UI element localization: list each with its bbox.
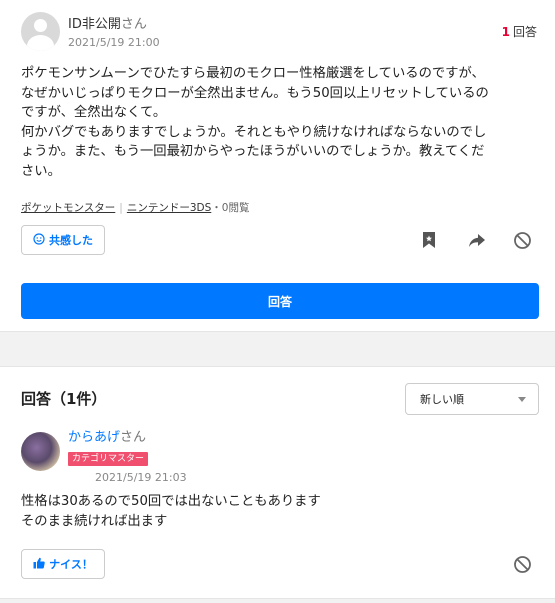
answers-section: 回答（1件） 新しい順 からあげさん カテゴリマスター 2021/5/19 21… — [0, 368, 555, 603]
category-separator: | — [119, 202, 123, 214]
user-suffix: さん — [120, 430, 147, 445]
question-section: ID非公開さん 2021/5/19 21:00 1 回答 ポケモンサンムーンでひた… — [0, 0, 555, 335]
view-count: ・0閲覧 — [211, 202, 250, 214]
smile-icon — [33, 232, 45, 248]
answer-button[interactable]: 回答 — [21, 283, 539, 319]
avatar[interactable] — [21, 12, 60, 51]
kyokan-button[interactable]: 共感した — [21, 225, 105, 255]
user-name: ID非公開 — [68, 17, 121, 32]
sort-selected-value: 新しい順 — [420, 393, 464, 406]
answer-avatar[interactable] — [21, 432, 60, 471]
answer-count-number: 1 — [501, 25, 510, 39]
answer-count[interactable]: 1 回答 — [502, 23, 537, 40]
block-icon[interactable] — [511, 229, 533, 251]
answer-count-label: 回答 — [512, 25, 537, 39]
answer-date: 2021/5/19 21:03 — [95, 471, 187, 484]
question-date: 2021/5/19 21:00 — [68, 36, 160, 49]
share-icon[interactable] — [466, 229, 488, 251]
bookmark-icon[interactable] — [418, 229, 440, 251]
answer-body: 性格は30あるので50回では出ないこともあります そのまま続ければ出ます — [21, 494, 321, 529]
category-list: ポケットモンスター | ニンテンドー3DS・0閲覧 — [21, 200, 249, 215]
question-user-name: ID非公開さん — [68, 13, 147, 32]
thumbs-up-icon — [33, 557, 45, 572]
category-master-badge: カテゴリマスター — [68, 452, 149, 466]
section-divider — [0, 598, 555, 603]
sort-select[interactable]: 新しい順 — [405, 383, 539, 415]
chevron-down-icon — [518, 397, 526, 402]
kyokan-label: 共感した — [49, 234, 93, 247]
user-suffix: さん — [120, 17, 147, 32]
block-icon[interactable] — [511, 553, 533, 575]
nice-button[interactable]: ナイス！ — [21, 549, 105, 579]
nice-label: ナイス！ — [49, 558, 93, 571]
category-link-3ds[interactable]: ニンテンドー3DS — [127, 202, 211, 214]
avatar-torso-shape — [27, 35, 54, 51]
avatar-head-shape — [34, 19, 47, 32]
user-name: からあげ — [68, 430, 121, 445]
question-body: ポケモンサンムーンでひたすら最初のモクロー性格厳選をしているのですが、 なぜかい… — [21, 66, 489, 179]
answers-heading: 回答（1件） — [21, 390, 107, 408]
section-divider — [0, 331, 555, 367]
answer-user-name[interactable]: からあげさん — [68, 426, 146, 445]
category-link-pokemon[interactable]: ポケットモンスター — [21, 202, 115, 214]
